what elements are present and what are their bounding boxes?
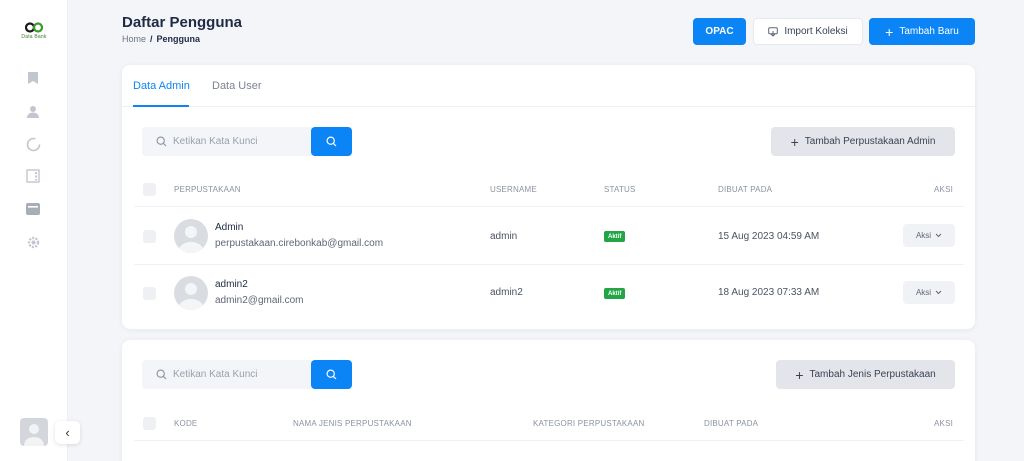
import-collection-button[interactable]: Import Koleksi [753,18,863,45]
user-icon[interactable] [24,103,42,121]
avatar [174,219,208,253]
logo-text: Data Bank [21,34,47,40]
col-header-status: STATUS [604,185,636,194]
library-name: Admin [215,222,244,233]
opac-button[interactable]: OPAC [693,18,746,45]
archive-icon[interactable] [24,200,42,218]
sidebar: Data Bank [0,0,68,461]
add-library-type-button[interactable]: + Tambah Jenis Perpustakaan [776,360,955,389]
status-badge: Aktif [604,288,626,299]
action-label: Aksi [915,231,932,240]
row-divider [134,206,964,207]
library-name: admin2 [215,279,248,290]
row-divider [134,440,964,441]
plus-icon: + [885,23,894,40]
col-header-code: KODE [174,419,198,428]
tab-bar: Data Admin Data User [122,65,975,107]
search-icon [326,369,337,380]
add-library-admin-label: Tambah Perpustakaan Admin [804,136,936,147]
chevron-down-icon [935,290,942,295]
col-header-username: USERNAME [490,185,537,194]
breadcrumb-home[interactable]: Home [122,34,146,44]
gear-icon[interactable] [24,233,42,251]
plus-icon: + [790,133,799,150]
admin-search-input[interactable] [173,136,303,147]
type-search-box [142,360,312,389]
action-dropdown[interactable]: Aksi [903,224,955,247]
admin-search-box [142,127,312,156]
row-checkbox[interactable] [143,230,156,243]
user-avatar[interactable] [20,418,48,446]
library-email: perpustakaan.cirebonkab@gmail.com [215,238,384,249]
admin-search [142,127,352,156]
admin-search-button[interactable] [311,127,352,156]
opac-button-label: OPAC [705,26,734,37]
col-header-created: DIBUAT PADA [718,185,773,194]
import-icon [768,26,779,37]
row-divider [134,264,964,265]
logo-icon [25,22,43,33]
library-email: admin2@gmail.com [215,295,304,306]
chevron-left-icon: ‹ [65,425,70,440]
add-library-type-label: Tambah Jenis Perpustakaan [809,369,936,380]
type-search-input[interactable] [173,369,303,380]
created-cell: 18 Aug 2023 07:33 AM [718,287,820,298]
select-all-checkbox[interactable] [143,417,156,430]
row-checkbox[interactable] [143,287,156,300]
loading-icon[interactable] [24,135,42,153]
import-button-label: Import Koleksi [784,26,848,37]
add-new-button[interactable]: + Tambah Baru [869,18,975,45]
app-logo[interactable]: Data Bank [21,22,47,42]
tab-data-admin[interactable]: Data Admin [133,80,190,92]
library-type-card: + Tambah Jenis Perpustakaan KODE NAMA JE… [122,340,975,461]
select-all-checkbox[interactable] [143,183,156,196]
search-icon [156,136,167,147]
breadcrumb-current: Pengguna [156,34,201,44]
active-tab-indicator [133,105,189,107]
username-cell: admin2 [490,287,523,298]
type-search [142,360,352,389]
col-header-created: DIBUAT PADA [704,419,759,428]
bookmark-icon[interactable] [24,69,42,87]
created-cell: 15 Aug 2023 04:59 AM [718,231,820,242]
search-icon [156,369,167,380]
plus-icon: + [795,366,804,383]
col-header-library: PERPUSTAKAAN [174,185,241,194]
action-dropdown[interactable]: Aksi [903,281,955,304]
breadcrumb: Home / Pengguna [122,34,200,44]
col-header-action: AKSI [934,419,954,428]
status-badge: Aktif [604,231,626,242]
add-library-admin-button[interactable]: + Tambah Perpustakaan Admin [771,127,955,156]
page-title: Daftar Pengguna [122,14,243,31]
username-cell: admin [490,231,518,242]
chevron-down-icon [935,233,942,238]
tab-data-user[interactable]: Data User [212,80,262,92]
search-icon [326,136,337,147]
type-search-button[interactable] [311,360,352,389]
collapse-sidebar-button[interactable]: ‹ [55,421,80,444]
add-new-button-label: Tambah Baru [899,26,959,37]
col-header-type-name: NAMA JENIS PERPUSTAKAAN [293,419,412,428]
col-header-action: AKSI [934,185,954,194]
breadcrumb-separator: / [150,34,153,44]
col-header-category: KATEGORI PERPUSTAKAAN [533,419,645,428]
action-label: Aksi [915,288,932,297]
list-icon[interactable] [24,167,42,185]
admin-card: Data Admin Data User + Tambah Perpustaka… [122,65,975,329]
avatar [174,276,208,310]
